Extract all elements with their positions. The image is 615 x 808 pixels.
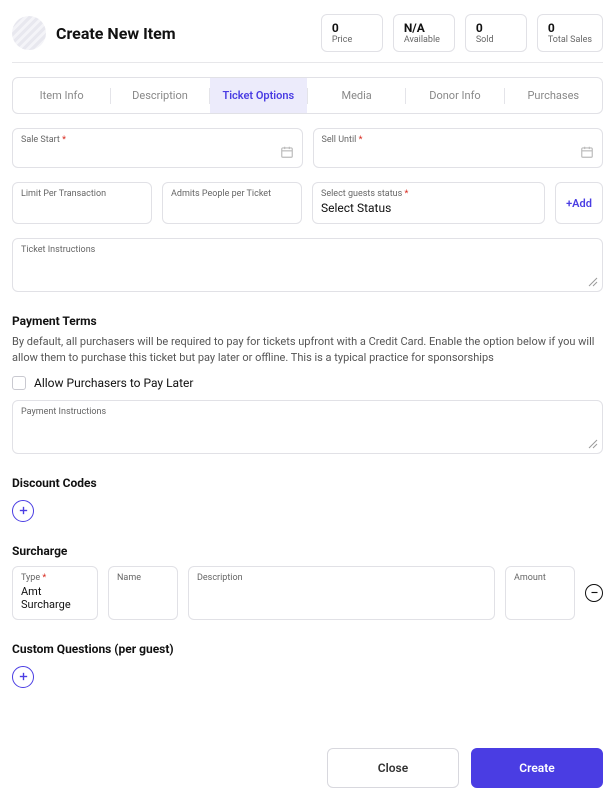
payment-terms-description: By default, all purchasers will be requi… (12, 334, 603, 366)
surcharge-heading: Surcharge (12, 544, 603, 558)
page-title: Create New Item (56, 24, 311, 43)
stat-label: Total Sales (548, 35, 592, 45)
field-label: Description (197, 573, 486, 583)
select-value: Amt Surcharge (21, 585, 89, 611)
allow-pay-later-label: Allow Purchasers to Pay Later (34, 376, 193, 390)
minus-icon (590, 588, 599, 597)
ticket-instructions-textarea[interactable]: Ticket Instructions (12, 238, 603, 292)
tab-bar: Item Info Description Ticket Options Med… (12, 77, 603, 114)
stat-value: N/A (404, 21, 444, 35)
select-value: Select Status (321, 201, 536, 215)
tab-description[interactable]: Description (111, 78, 208, 113)
guest-status-select[interactable]: Select guests status * Select Status (312, 182, 545, 224)
footer-actions: Close Create (12, 748, 603, 788)
label-text: Sell Until (322, 135, 357, 145)
add-status-button[interactable]: +Add (555, 182, 603, 224)
stat-value: 0 (476, 21, 516, 35)
required-mark: * (42, 573, 46, 583)
field-label: Sale Start * (21, 135, 294, 145)
custom-questions-heading: Custom Questions (per guest) (12, 642, 603, 656)
field-label: Name (117, 573, 169, 583)
payment-terms-heading: Payment Terms (12, 314, 603, 328)
surcharge-type-select[interactable]: Type * Amt Surcharge (12, 566, 98, 620)
stat-total-sales: 0 Total Sales (537, 14, 603, 52)
add-custom-question-button[interactable] (12, 666, 34, 688)
sell-until-field[interactable]: Sell Until * (313, 128, 604, 168)
required-mark: * (359, 135, 363, 145)
remove-surcharge-button[interactable] (585, 584, 603, 602)
field-label: Sell Until * (322, 135, 595, 145)
field-label: Payment Instructions (21, 407, 594, 417)
stat-label: Price (332, 35, 372, 45)
add-discount-code-button[interactable] (12, 500, 34, 522)
resize-handle-icon[interactable] (588, 439, 598, 449)
sale-start-field[interactable]: Sale Start * (12, 128, 303, 168)
tab-purchases[interactable]: Purchases (505, 78, 602, 113)
close-button[interactable]: Close (327, 748, 459, 788)
label-text: Select guests status (321, 189, 402, 199)
field-label: Admits People per Ticket (171, 189, 293, 199)
stat-price: 0 Price (321, 14, 383, 52)
stat-label: Sold (476, 35, 516, 45)
item-avatar (12, 16, 46, 50)
create-button[interactable]: Create (471, 748, 603, 788)
calendar-icon (580, 145, 594, 159)
stat-value: 0 (548, 21, 592, 35)
limit-per-transaction-field[interactable]: Limit Per Transaction (12, 182, 152, 224)
tab-ticket-options[interactable]: Ticket Options (210, 78, 307, 113)
stat-value: 0 (332, 21, 372, 35)
payment-instructions-textarea[interactable]: Payment Instructions (12, 400, 603, 454)
admits-per-ticket-field[interactable]: Admits People per Ticket (162, 182, 302, 224)
plus-icon (18, 671, 29, 682)
discount-codes-heading: Discount Codes (12, 476, 603, 490)
resize-handle-icon[interactable] (588, 277, 598, 287)
allow-pay-later-checkbox[interactable] (12, 376, 26, 390)
label-text: Type (21, 573, 40, 583)
tab-media[interactable]: Media (308, 78, 405, 113)
page-header: Create New Item 0 Price N/A Available 0 … (12, 8, 603, 63)
stat-available: N/A Available (393, 14, 455, 52)
required-mark: * (62, 135, 66, 145)
field-label: Ticket Instructions (21, 245, 594, 255)
tab-item-info[interactable]: Item Info (13, 78, 110, 113)
plus-icon (18, 505, 29, 516)
label-text: Sale Start (21, 135, 60, 145)
field-label: Type * (21, 573, 89, 583)
surcharge-amount-field[interactable]: Amount (505, 566, 575, 620)
calendar-icon (280, 145, 294, 159)
tab-donor-info[interactable]: Donor Info (406, 78, 503, 113)
surcharge-name-field[interactable]: Name (108, 566, 178, 620)
required-mark: * (405, 189, 409, 199)
field-label: Limit Per Transaction (21, 189, 143, 199)
stat-sold: 0 Sold (465, 14, 527, 52)
field-label: Amount (514, 573, 566, 583)
surcharge-description-field[interactable]: Description (188, 566, 495, 620)
field-label: Select guests status * (321, 189, 536, 199)
stat-label: Available (404, 35, 444, 45)
